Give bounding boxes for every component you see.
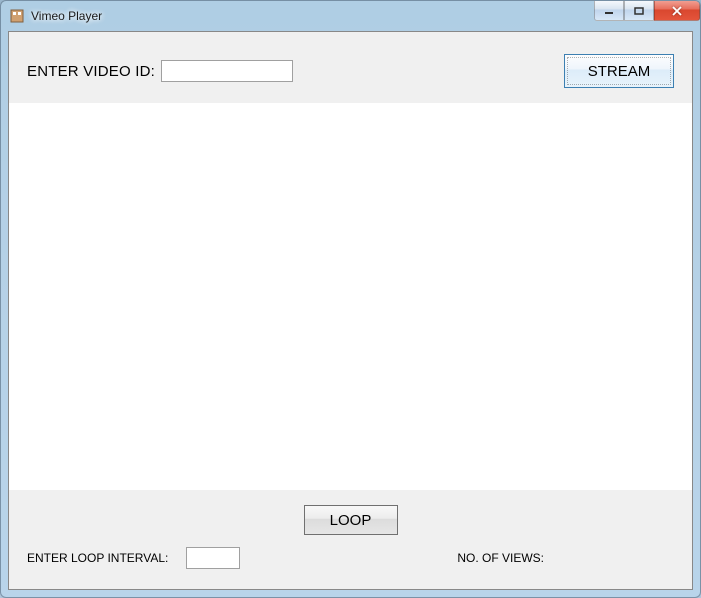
stream-button[interactable]: STREAM xyxy=(564,54,674,88)
loop-interval-input[interactable] xyxy=(186,547,240,569)
loop-button[interactable]: LOOP xyxy=(304,505,398,535)
video-panel xyxy=(9,102,692,491)
close-button[interactable] xyxy=(654,1,700,21)
app-icon xyxy=(9,8,25,24)
loop-row: LOOP xyxy=(9,491,692,547)
window-frame: Vimeo Player ENTER VIDEO ID: STREAM LOOP xyxy=(0,0,701,598)
views-label: NO. OF VIEWS: xyxy=(457,551,544,565)
loop-interval-label: ENTER LOOP INTERVAL: xyxy=(27,551,168,565)
video-id-input[interactable] xyxy=(161,60,293,82)
client-area: ENTER VIDEO ID: STREAM LOOP ENTER LOOP I… xyxy=(8,31,693,590)
minimize-button[interactable] xyxy=(594,1,624,21)
bottom-row: ENTER LOOP INTERVAL: NO. OF VIEWS: xyxy=(9,547,692,589)
caption-buttons xyxy=(594,1,700,21)
video-id-label: ENTER VIDEO ID: xyxy=(27,63,155,80)
top-row: ENTER VIDEO ID: STREAM xyxy=(9,32,692,102)
maximize-button[interactable] xyxy=(624,1,654,21)
titlebar[interactable]: Vimeo Player xyxy=(1,1,700,31)
window-title: Vimeo Player xyxy=(31,9,102,23)
